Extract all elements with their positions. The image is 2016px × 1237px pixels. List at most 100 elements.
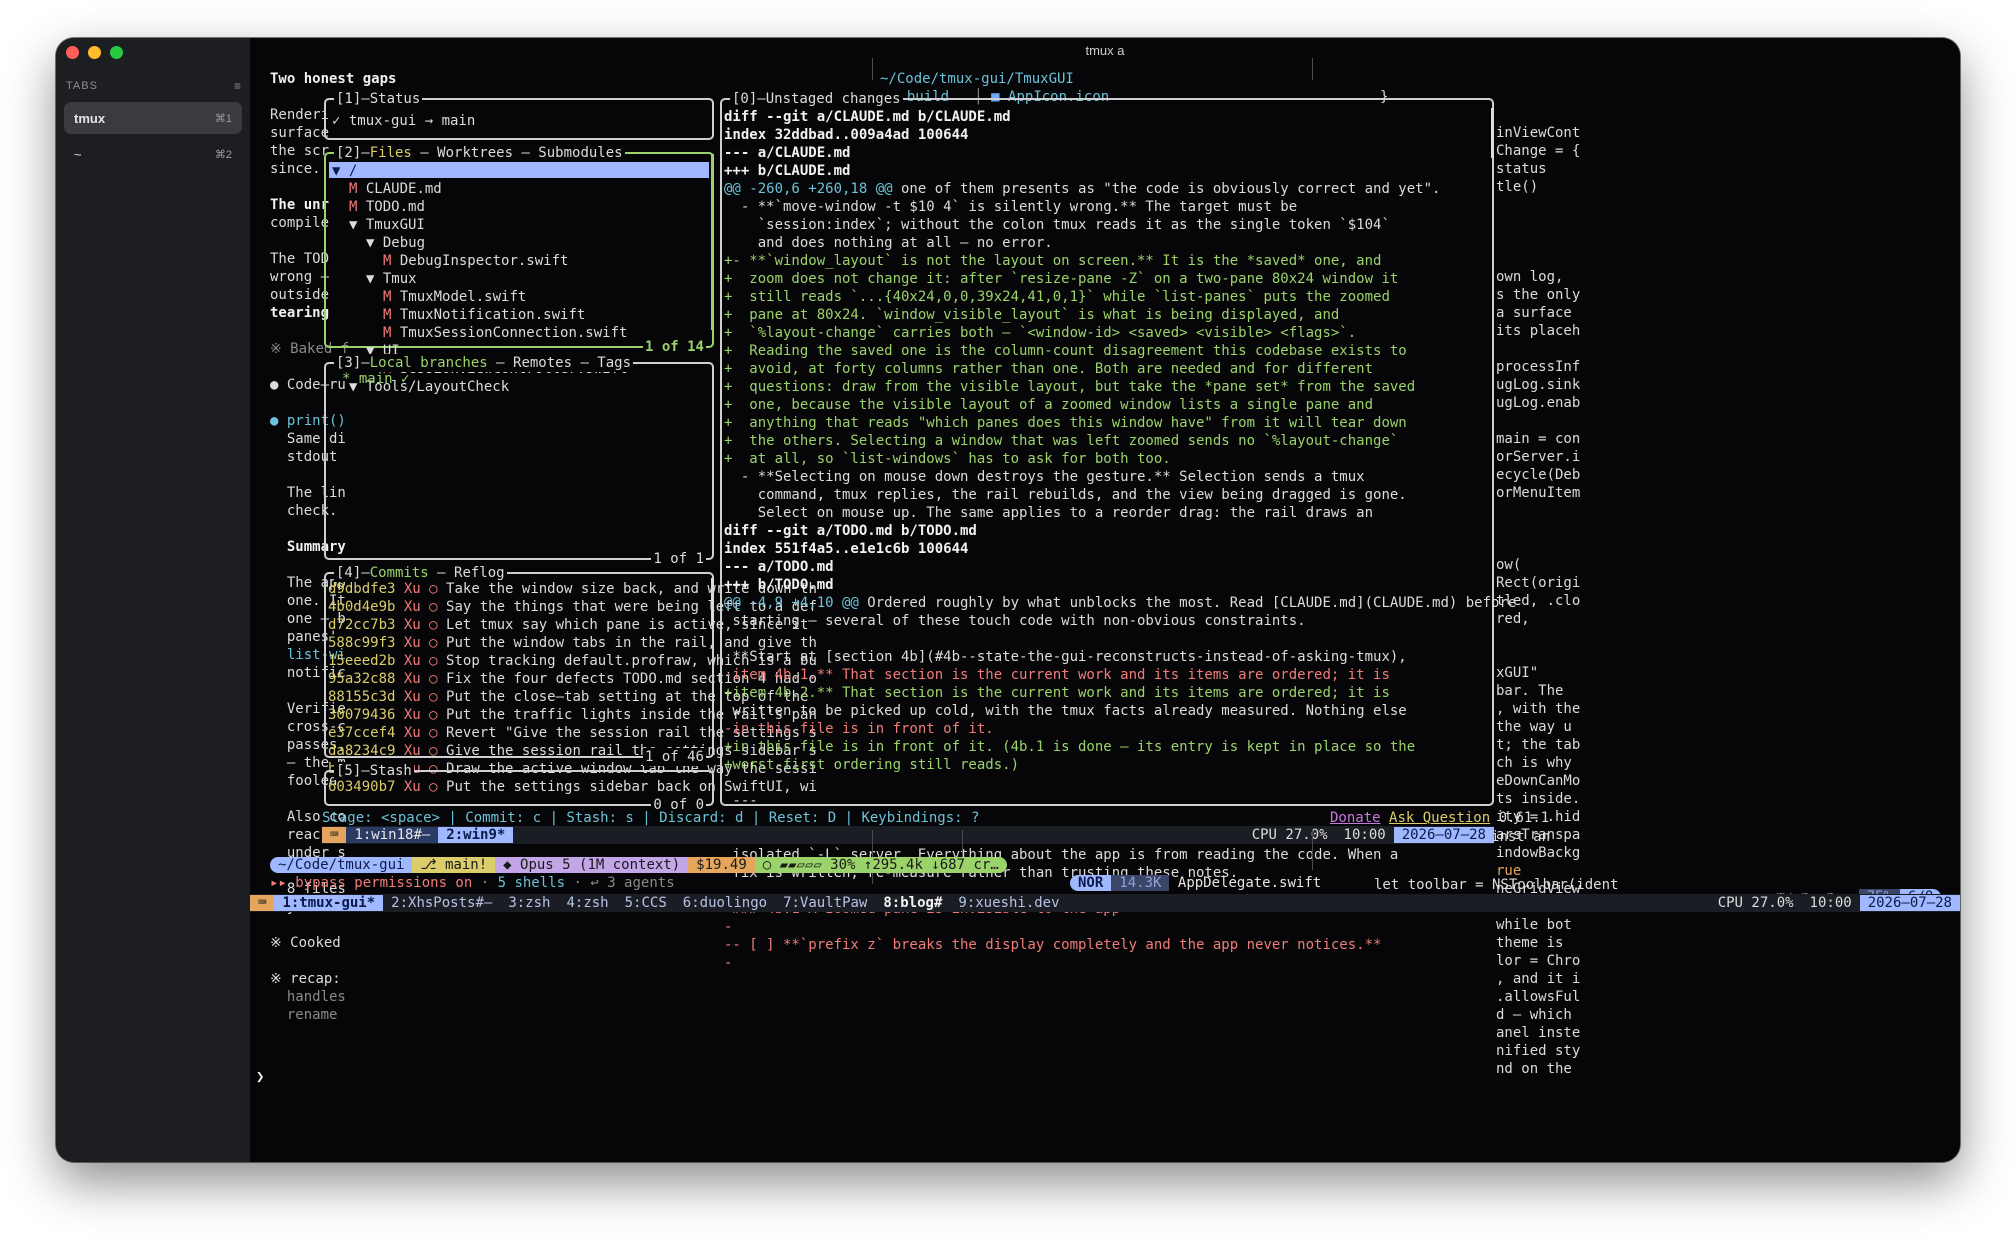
file-tree-row[interactable]: ▼ Debug — [366, 234, 425, 252]
commit-hash: d9dbdfe3 — [328, 581, 396, 597]
diff-line: + the others. Selecting a window that wa… — [724, 432, 1398, 450]
left-pane-line: wrong – — [270, 268, 329, 286]
diff-line: + avoid, at forty columns rather than on… — [724, 360, 1373, 378]
commit-dot-icon: ○ — [420, 725, 447, 741]
ask-question-link[interactable]: Ask Question — [1389, 810, 1490, 826]
branch-segment: ⎇ main! — [412, 857, 496, 873]
file-tree-row[interactable]: ▼ / — [332, 162, 357, 180]
file-name: TmuxSessionConnection.swift — [399, 325, 628, 341]
diff-text: + Reading the saved one is the column-co… — [724, 343, 1407, 359]
close-button[interactable] — [66, 46, 79, 59]
file-tree-row[interactable]: M TmuxModel.swift — [383, 288, 526, 306]
diff-line: + anything that reads "which panes does … — [724, 414, 1407, 432]
left-pane-line: rename — [270, 1006, 338, 1024]
model-segment: ◆ Opus 5 (1M context) — [495, 857, 689, 873]
diff-scrollbar[interactable] — [1491, 108, 1494, 158]
path-line: ~/Code/tmux-gui/TmuxGUI — [880, 70, 1074, 88]
tmux-window-tab[interactable]: 9:xueshi.dev — [950, 895, 1067, 911]
tmux-window-tab[interactable]: 4:zsh — [558, 895, 616, 911]
zoom-button[interactable] — [110, 46, 123, 59]
file-tree-row[interactable]: M CLAUDE.md — [349, 180, 442, 198]
tmux-window-tab[interactable]: 6:duolingo — [675, 895, 775, 911]
donate-link[interactable]: Donate — [1330, 810, 1381, 826]
selected-row-highlight — [329, 162, 709, 178]
file-tree-row[interactable]: M DebugInspector.swift — [383, 252, 568, 270]
date-text: 2026–07–28 — [1393, 827, 1494, 843]
right-pane-line: while bot — [1496, 916, 1572, 934]
left-pane-line: ※ Cooked — [270, 934, 341, 952]
diff-line: -in this file is in front of it. — [724, 720, 994, 738]
branches-panel[interactable]: [3]–Local branches – Remotes – Tags * mai… — [324, 354, 714, 568]
right-pane-text: eDownCanMo — [1496, 773, 1581, 789]
sidebar-tab-tmux[interactable]: tmux ⌘1 — [64, 102, 242, 134]
prompt-line[interactable]: ❯ — [256, 1068, 264, 1086]
right-pane-text: while bot — [1496, 917, 1572, 933]
status-title[interactable]: [1]–Status — [334, 90, 423, 108]
commit-author: Xu — [403, 689, 421, 705]
left-pane-text: ※ recap: — [270, 971, 341, 987]
diff-text: - — [724, 919, 733, 935]
branch-row[interactable]: * main ✓ — [342, 370, 409, 388]
files-panel[interactable]: [2]–Files – Worktrees – Submodules ▼ / M C… — [324, 144, 714, 395]
right-pane-text: anel inste — [1496, 1025, 1581, 1041]
files-title[interactable]: [2]–Files – Worktrees – Submodules — [334, 144, 625, 162]
file-tree-row[interactable]: ▼ TmuxGUI — [349, 216, 425, 234]
right-pane-text: own log, — [1496, 269, 1564, 285]
right-pane-text: ch is why — [1496, 755, 1572, 771]
diff-panel[interactable]: [0]–Unstaged changes diff --git a/CLAUDE.… — [720, 90, 1550, 971]
lazygit-window[interactable]: [1]–Status ✓ tmux-gui → main [2]–Files – W… — [322, 90, 1550, 971]
right-pane-line: tle() — [1496, 178, 1538, 196]
commit-dot-icon: ○ — [420, 671, 447, 687]
stash-panel[interactable]: [5]–Stash 0 of 0 — [324, 762, 714, 814]
diff-text: + one, because the visible layout of a z… — [724, 397, 1374, 413]
left-pane-line: outside — [270, 286, 329, 304]
commit-hash: da8234c9 — [328, 743, 396, 759]
dir-name: ▼ Debug — [366, 235, 426, 251]
left-pane-text: Renderi — [270, 107, 330, 123]
files-scrollbar[interactable] — [711, 154, 714, 330]
filter-icon[interactable]: ≡ — [234, 79, 242, 93]
stash-title[interactable]: [5]–Stash — [334, 762, 414, 780]
vim-status-line: NOR 14.3K AppDelegate.swift — [1070, 874, 1321, 892]
left-pane-text: The TOD — [270, 251, 330, 267]
right-pane-text: nd on the — [1496, 1061, 1572, 1077]
tmux-window-tab[interactable]: 1:tmux-gui* — [274, 895, 384, 911]
commits-scrollbar[interactable] — [711, 578, 714, 626]
left-pane-text: wrong – — [270, 269, 330, 285]
file-name: AppDelegate.swift — [1177, 875, 1322, 891]
diff-text: -in this file is in front of it. — [724, 721, 994, 737]
file-tree-row[interactable]: M TmuxSessionConnection.swift — [383, 324, 627, 342]
file-tree-row[interactable]: M TmuxNotification.swift — [383, 306, 585, 324]
status-panel[interactable]: [1]–Status ✓ tmux-gui → main — [324, 90, 714, 140]
right-pane-text: inViewCont — [1496, 125, 1581, 141]
tmux-window-tab[interactable]: 2:XhsPosts#– — [383, 895, 500, 911]
terminal-window: TABS ≡ tmux ⌘1 ~ ⌘2 tmux a Two honest ga… — [56, 38, 1960, 1162]
file-tree-row[interactable]: M TODO.md — [349, 198, 425, 216]
tmux-window-tab[interactable]: 7:VaultPaw — [775, 895, 875, 911]
code-text: let toolbar = NSToolbar(ident — [1374, 877, 1619, 893]
inner-window-1[interactable]: 1:win18#– — [346, 827, 439, 843]
prompt-icon: ❯ — [256, 1069, 265, 1085]
terminal-area[interactable]: tmux a Two honest gaps Renderi surface the … — [250, 38, 1960, 1162]
left-pane-line: surface — [270, 124, 329, 142]
right-pane-text: s the only — [1496, 287, 1581, 303]
left-pane-text: since. — [270, 161, 321, 177]
file-tree-row[interactable]: ▼ Tmux — [366, 270, 417, 288]
right-pane-text: red, — [1496, 611, 1530, 627]
tmux-window-tab[interactable]: 3:zsh — [500, 895, 558, 911]
minimize-button[interactable] — [88, 46, 101, 59]
commits-panel[interactable]: [4]–Commits – Reflog d9dbdfe3 Xu ○ Take t… — [324, 564, 817, 795]
diff-title[interactable]: [0]–Unstaged changes — [730, 90, 903, 108]
tmux-window-tab[interactable]: 8:blog# — [875, 895, 950, 911]
tmux-window-tab[interactable]: 5:CCS — [617, 895, 675, 911]
pane-divider — [1312, 58, 1313, 80]
path-text: ~/Code/tmux-gui/TmuxGUI — [880, 71, 1074, 87]
sidebar-tab-home[interactable]: ~ ⌘2 — [64, 138, 242, 170]
diff-line: `session:index`; without the colon tmux … — [724, 216, 1390, 234]
inner-window-2[interactable]: 2:win9* — [438, 827, 514, 843]
diff-text: --- — [724, 793, 758, 809]
